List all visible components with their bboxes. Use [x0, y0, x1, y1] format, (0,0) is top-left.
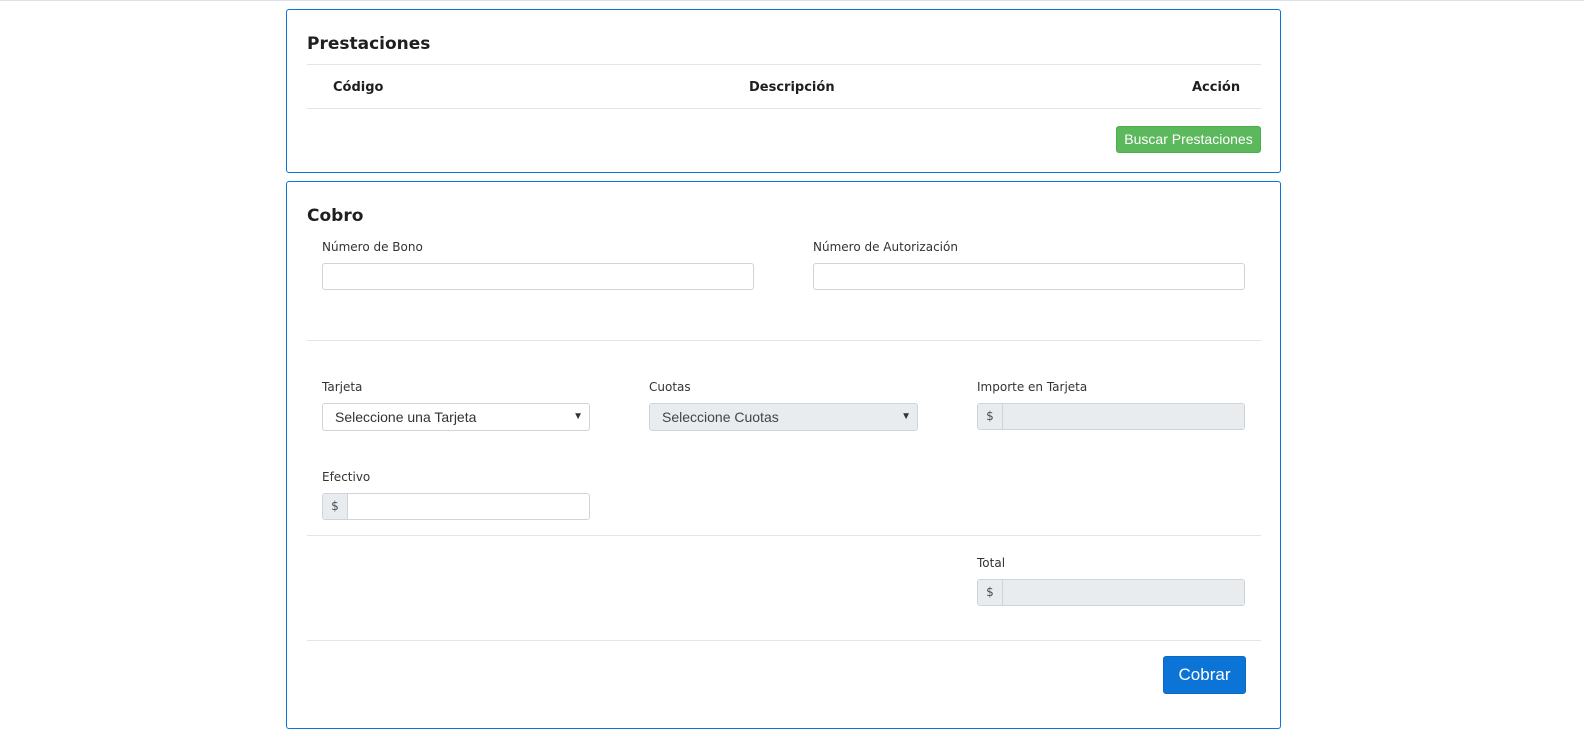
- currency-addon: $: [323, 494, 348, 519]
- divider: [307, 340, 1261, 341]
- divider: [307, 108, 1261, 109]
- efectivo-input[interactable]: [348, 494, 589, 519]
- importe-tarjeta-label: Importe en Tarjeta: [977, 380, 1088, 394]
- buscar-prestaciones-button[interactable]: Buscar Prestaciones: [1116, 126, 1261, 153]
- currency-addon: $: [978, 580, 1003, 605]
- importe-tarjeta-input[interactable]: [1003, 404, 1244, 429]
- cobro-card: Cobro Número de Bono Número de Autorizac…: [286, 181, 1281, 729]
- cobro-title: Cobro: [307, 206, 364, 226]
- efectivo-input-group: $: [322, 493, 590, 520]
- chevron-down-icon: ▼: [901, 411, 911, 422]
- numero-autorizacion-label: Número de Autorización: [813, 240, 958, 254]
- chevron-down-icon: ▼: [573, 411, 583, 422]
- column-header-accion: Acción: [1192, 80, 1241, 95]
- currency-addon: $: [978, 404, 1003, 429]
- divider: [307, 64, 1261, 65]
- divider: [307, 535, 1261, 536]
- cuotas-label: Cuotas: [649, 380, 691, 394]
- total-label: Total: [977, 556, 1006, 570]
- total-input-group: $: [977, 579, 1245, 606]
- numero-autorizacion-input[interactable]: [813, 263, 1245, 290]
- cobrar-button[interactable]: Cobrar: [1163, 656, 1246, 694]
- numero-bono-label: Número de Bono: [322, 240, 423, 254]
- total-input[interactable]: [1003, 580, 1244, 605]
- column-header-codigo: Código: [333, 80, 384, 95]
- cuotas-selected-value: Seleccione Cuotas: [662, 409, 779, 425]
- cuotas-select[interactable]: Seleccione Cuotas ▼: [649, 403, 918, 431]
- column-header-descripcion: Descripción: [749, 80, 835, 95]
- tarjeta-selected-value: Seleccione una Tarjeta: [335, 409, 477, 425]
- importe-tarjeta-input-group: $: [977, 403, 1245, 430]
- tarjeta-label: Tarjeta: [322, 380, 363, 394]
- divider: [307, 640, 1261, 641]
- prestaciones-title: Prestaciones: [307, 34, 431, 54]
- numero-bono-input[interactable]: [322, 263, 754, 290]
- tarjeta-select[interactable]: Seleccione una Tarjeta ▼: [322, 403, 590, 431]
- efectivo-label: Efectivo: [322, 470, 371, 484]
- prestaciones-card: Prestaciones Código Descripción Acción B…: [286, 9, 1281, 173]
- top-divider: [0, 0, 1584, 1]
